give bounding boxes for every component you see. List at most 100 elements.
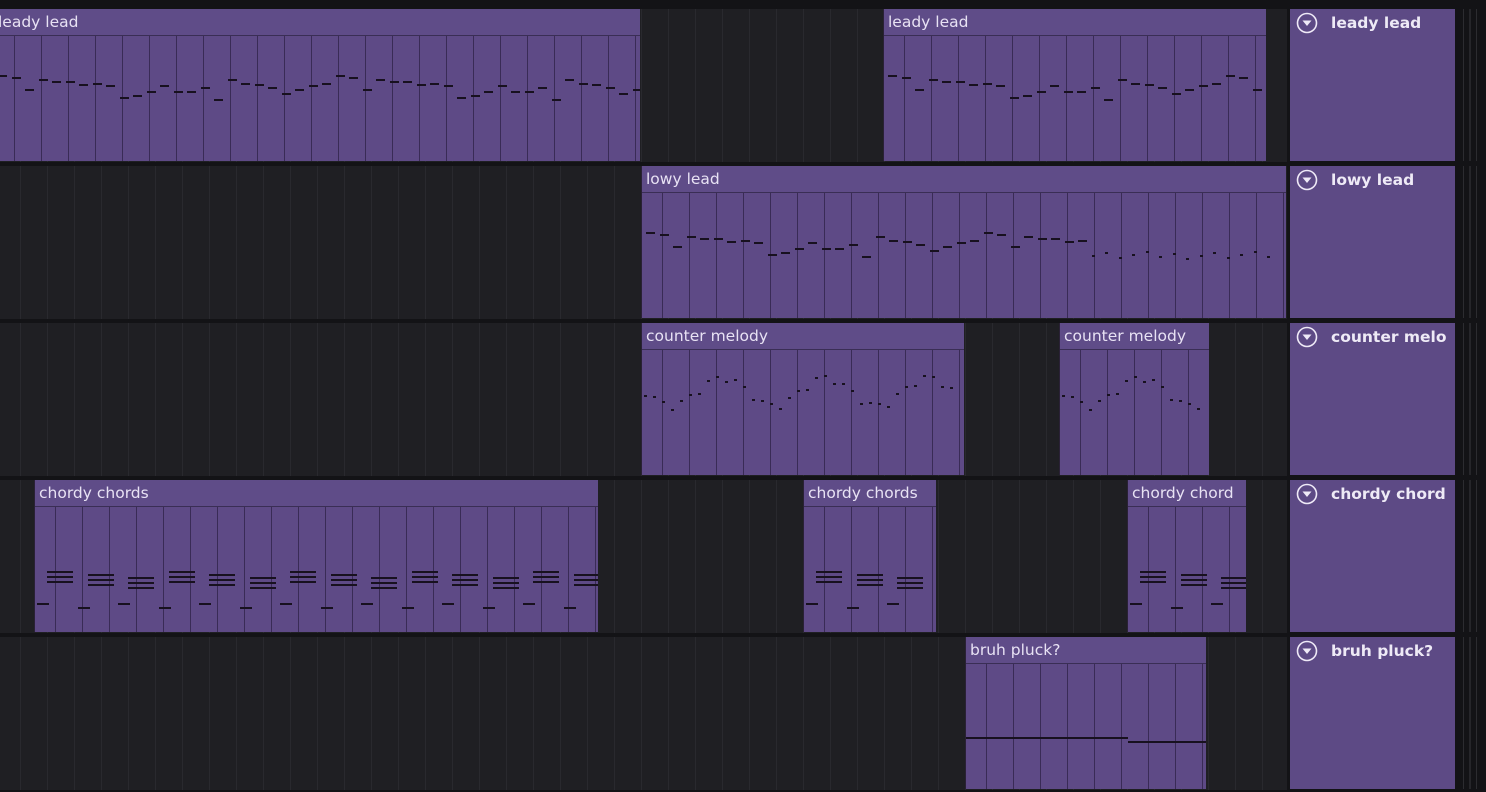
midi-note xyxy=(430,83,439,85)
midi-note xyxy=(249,577,276,579)
midi-clip[interactable]: chordy chords xyxy=(803,480,936,632)
midi-note xyxy=(941,386,944,388)
midi-note xyxy=(209,574,235,576)
fold-chevron-down-icon[interactable] xyxy=(1296,169,1318,191)
midi-clip[interactable]: chordy chord xyxy=(1127,480,1246,632)
midi-note xyxy=(492,577,519,579)
midi-note xyxy=(452,574,478,576)
level-meter xyxy=(1463,637,1477,789)
midi-note xyxy=(1010,246,1020,248)
midi-clip[interactable]: leady lead xyxy=(0,9,640,161)
midi-note xyxy=(901,77,911,79)
midi-note xyxy=(996,85,1005,87)
midi-note xyxy=(1152,379,1155,381)
track-name[interactable]: chordy chord xyxy=(1331,483,1453,505)
midi-note xyxy=(1098,400,1101,402)
midi-note xyxy=(0,75,7,77)
midi-note xyxy=(320,607,333,609)
clip-title[interactable]: leady lead xyxy=(0,9,640,36)
midi-note xyxy=(808,242,817,244)
clip-title[interactable]: chordy chord xyxy=(1128,480,1246,507)
clip-title[interactable]: chordy chords xyxy=(35,480,598,507)
midi-note xyxy=(767,254,777,256)
track-header-leady-lead[interactable]: leady lead xyxy=(1290,9,1455,161)
midi-note xyxy=(573,574,598,576)
midi-note xyxy=(1179,400,1182,402)
midi-note xyxy=(457,97,466,99)
midi-note xyxy=(653,396,656,398)
midi-note xyxy=(187,91,196,93)
fold-chevron-down-icon[interactable] xyxy=(1296,12,1318,34)
midi-note xyxy=(860,403,863,405)
track-lane-lowy-lead[interactable]: lowy lead xyxy=(0,166,1287,319)
midi-note xyxy=(1212,83,1221,85)
midi-note xyxy=(1158,87,1167,89)
track-header-counter-melody[interactable]: counter melo xyxy=(1290,323,1455,475)
midi-note xyxy=(662,401,665,403)
midi-note xyxy=(887,406,890,408)
midi-note xyxy=(47,581,73,583)
midi-clip[interactable]: chordy chords xyxy=(34,480,598,632)
midi-note xyxy=(484,91,493,93)
midi-note xyxy=(11,77,21,79)
track-name[interactable]: leady lead xyxy=(1331,12,1453,34)
midi-note xyxy=(146,91,156,93)
midi-note xyxy=(133,95,142,97)
midi-note xyxy=(905,386,908,388)
clip-title[interactable]: counter melody xyxy=(642,323,964,350)
midi-note xyxy=(1161,386,1164,388)
midi-note xyxy=(754,242,763,244)
fold-chevron-down-icon[interactable] xyxy=(1296,640,1318,662)
track-header-lowy-lead[interactable]: lowy lead xyxy=(1290,166,1455,318)
midi-note xyxy=(752,399,755,401)
midi-clip[interactable]: bruh pluck? xyxy=(965,637,1206,789)
midi-note xyxy=(533,576,559,578)
midi-note xyxy=(371,577,397,579)
track-name[interactable]: counter melo xyxy=(1331,326,1453,348)
midi-note xyxy=(1170,607,1183,609)
midi-clip[interactable]: counter melody xyxy=(641,323,964,475)
track-name[interactable]: bruh pluck? xyxy=(1331,640,1453,662)
midi-note xyxy=(1089,409,1092,411)
midi-note xyxy=(1199,255,1203,257)
midi-note xyxy=(1197,408,1200,410)
midi-note xyxy=(565,79,574,81)
midi-note xyxy=(1128,741,1206,743)
midi-note xyxy=(416,84,426,86)
midi-note xyxy=(376,79,385,81)
clip-title[interactable]: chordy chords xyxy=(804,480,936,507)
midi-clip[interactable]: lowy lead xyxy=(641,166,1286,318)
midi-note xyxy=(1107,394,1110,396)
clip-title[interactable]: bruh pluck? xyxy=(966,637,1206,664)
track-name[interactable]: lowy lead xyxy=(1331,169,1453,191)
midi-note xyxy=(1172,253,1176,255)
midi-note xyxy=(896,393,899,395)
track-lane-counter-melody[interactable]: counter melody counter melody xyxy=(0,323,1287,476)
midi-note xyxy=(128,587,154,589)
track-lane-leady-lead[interactable]: leady lead leady lead xyxy=(0,9,1287,162)
fold-chevron-down-icon[interactable] xyxy=(1296,483,1318,505)
track-lane-bruh-pluck[interactable]: bruh pluck? xyxy=(0,637,1287,790)
midi-note xyxy=(632,89,640,91)
clip-title[interactable]: leady lead xyxy=(884,9,1266,36)
clip-title[interactable]: lowy lead xyxy=(642,166,1286,193)
midi-note xyxy=(563,607,576,609)
midi-clip[interactable]: leady lead xyxy=(883,9,1266,161)
midi-note xyxy=(788,397,791,399)
midi-note xyxy=(77,607,90,609)
midi-clip[interactable]: counter melody xyxy=(1059,323,1209,475)
midi-note xyxy=(1130,603,1142,605)
clip-title[interactable]: counter melody xyxy=(1060,323,1209,350)
midi-note xyxy=(806,603,818,605)
midi-note xyxy=(707,380,710,382)
midi-note xyxy=(983,232,993,234)
midi-note xyxy=(573,579,598,581)
track-header-bruh-pluck[interactable]: bruh pluck? xyxy=(1290,637,1455,789)
midi-note xyxy=(1145,251,1149,253)
track-header-chordy-chords[interactable]: chordy chord xyxy=(1290,480,1455,632)
arrangement-view: leady lead leady lead leady lead lowy le… xyxy=(0,0,1486,792)
midi-note xyxy=(128,577,154,579)
midi-note xyxy=(1239,77,1248,79)
fold-chevron-down-icon[interactable] xyxy=(1296,326,1318,348)
track-lane-chordy-chords[interactable]: chordy chords chordy chords chordy chord xyxy=(0,480,1287,633)
